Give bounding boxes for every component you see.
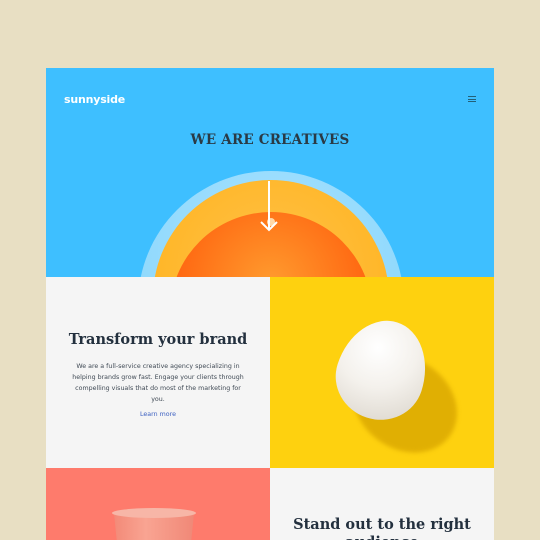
stand-out-panel: Stand out to the right audience xyxy=(270,468,494,540)
stand-out-title: Stand out to the right audience xyxy=(293,516,471,540)
cup-rim xyxy=(112,508,196,518)
logo[interactable]: sunnyside xyxy=(64,93,125,106)
transform-brand-panel: Transform your brand We are a full-servi… xyxy=(46,277,270,468)
learn-more-link[interactable]: Learn more xyxy=(46,411,270,418)
hero-section: sunnyside WE ARE CREATIVES xyxy=(46,68,494,277)
transform-brand-title: Transform your brand xyxy=(68,331,248,348)
cup-image xyxy=(112,508,196,540)
hero-title: WE ARE CREATIVES xyxy=(190,132,350,148)
arrow-down-icon xyxy=(260,181,278,232)
transform-brand-body: We are a full-service creative agency sp… xyxy=(72,363,244,403)
hamburger-menu-icon[interactable] xyxy=(468,96,476,102)
page-frame: sunnyside WE ARE CREATIVES Transform you… xyxy=(46,68,494,540)
egg-image-panel xyxy=(270,277,494,468)
cup-image-panel xyxy=(46,468,270,540)
